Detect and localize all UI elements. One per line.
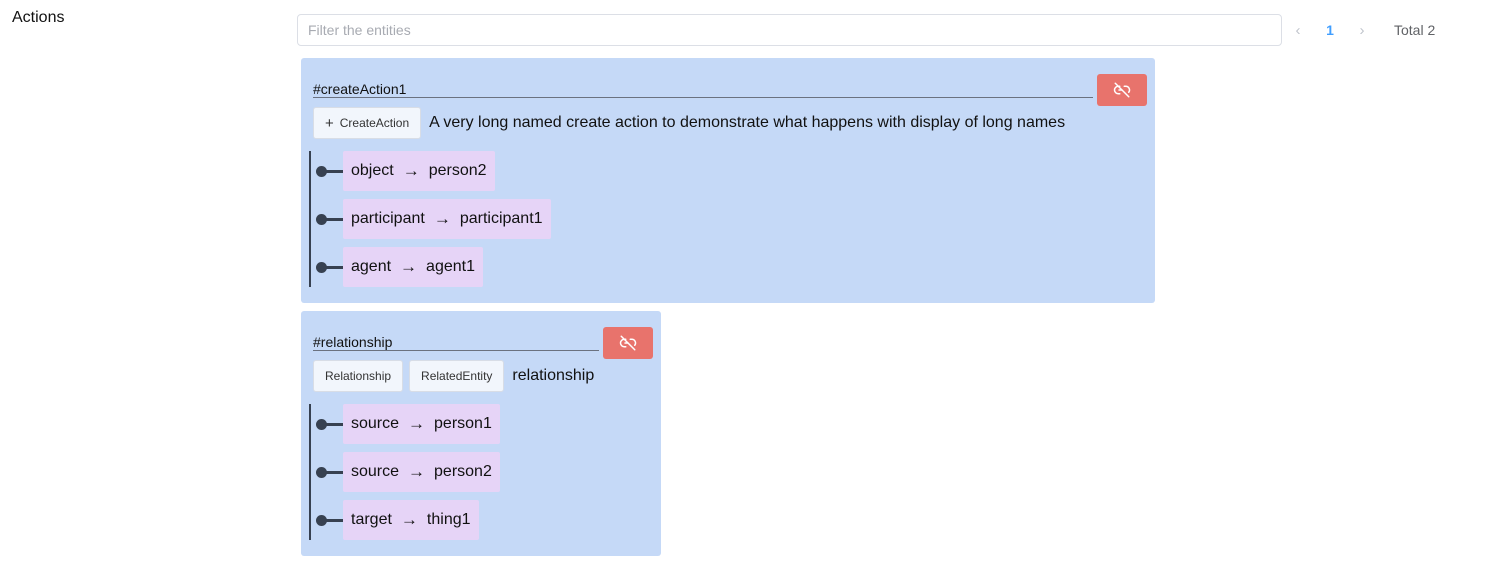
connector-icon	[311, 404, 343, 444]
connector-icon	[311, 199, 343, 239]
relation-list: object → person2 participant → participa…	[309, 151, 551, 287]
relation-role: source	[351, 415, 400, 432]
relation-item: object → person2	[311, 151, 551, 191]
card-header	[313, 327, 653, 359]
arrow-right-icon: →	[400, 257, 418, 276]
relation-role: agent	[351, 258, 392, 275]
plus-icon: +	[325, 114, 334, 132]
relation-role: object	[351, 162, 394, 179]
relation-target: agent1	[426, 258, 475, 275]
pagination: ‹ 1 › Total 2	[1288, 14, 1436, 46]
relation-chip[interactable]: target → thing1	[343, 500, 479, 540]
entity-card-createaction1: + CreateAction A very long named create …	[301, 58, 1155, 303]
section-title: Actions	[12, 9, 65, 26]
relation-chip[interactable]: source → person1	[343, 404, 500, 444]
relation-item: participant → participant1	[311, 199, 551, 239]
unlink-button[interactable]	[1097, 74, 1147, 106]
type-button-label: Relationship	[325, 369, 392, 383]
relation-item: agent → agent1	[311, 247, 551, 287]
relation-target: person1	[434, 415, 492, 432]
entity-id-field[interactable]	[313, 74, 1093, 98]
relation-target: person2	[434, 463, 492, 480]
unlink-icon	[1113, 82, 1131, 98]
relation-role: source	[351, 463, 400, 480]
page-1-button[interactable]: 1	[1308, 22, 1352, 38]
arrow-right-icon: →	[400, 510, 418, 529]
relation-chip[interactable]: participant → participant1	[343, 199, 551, 239]
type-button-label: CreateAction	[339, 116, 410, 130]
type-button-label: RelatedEntity	[421, 369, 493, 383]
entity-card-relationship: Relationship RelatedEntity relationship …	[301, 311, 661, 556]
connector-icon	[311, 151, 343, 191]
relation-chip[interactable]: agent → agent1	[343, 247, 483, 287]
next-page-button[interactable]: ›	[1352, 22, 1372, 39]
filter-input[interactable]	[297, 14, 1282, 46]
relation-chip[interactable]: source → person2	[343, 452, 500, 492]
relation-chip[interactable]: object → person2	[343, 151, 495, 191]
connector-icon	[311, 247, 343, 287]
unlink-button[interactable]	[603, 327, 653, 359]
entity-label: A very long named create action to demon…	[429, 114, 1066, 131]
entity-id-field[interactable]	[313, 327, 599, 351]
type-button-relationship[interactable]: Relationship	[313, 360, 404, 392]
arrow-right-icon: →	[433, 209, 451, 228]
prev-page-button[interactable]: ‹	[1288, 22, 1308, 39]
relation-role: participant	[351, 210, 425, 227]
arrow-right-icon: →	[408, 462, 426, 481]
relation-item: target → thing1	[311, 500, 500, 540]
relation-role: target	[351, 511, 392, 528]
type-button-createaction[interactable]: + CreateAction	[313, 107, 422, 139]
total-count: Total 2	[1394, 22, 1436, 38]
type-button-relatedentity[interactable]: RelatedEntity	[409, 360, 505, 392]
relation-item: source → person2	[311, 452, 500, 492]
type-row: + CreateAction A very long named create …	[313, 107, 1065, 139]
connector-icon	[311, 500, 343, 540]
arrow-right-icon: →	[408, 414, 426, 433]
relation-target: participant1	[459, 210, 543, 227]
type-row: Relationship RelatedEntity relationship	[313, 360, 594, 392]
card-header	[313, 74, 1147, 106]
relation-target: person2	[428, 162, 487, 179]
unlink-icon	[619, 335, 637, 351]
relation-list: source → person1 source → person2 target…	[309, 404, 500, 540]
connector-icon	[311, 452, 343, 492]
entity-label: relationship	[512, 367, 595, 384]
relation-item: source → person1	[311, 404, 500, 444]
relation-target: thing1	[426, 511, 471, 528]
arrow-right-icon: →	[402, 161, 420, 180]
